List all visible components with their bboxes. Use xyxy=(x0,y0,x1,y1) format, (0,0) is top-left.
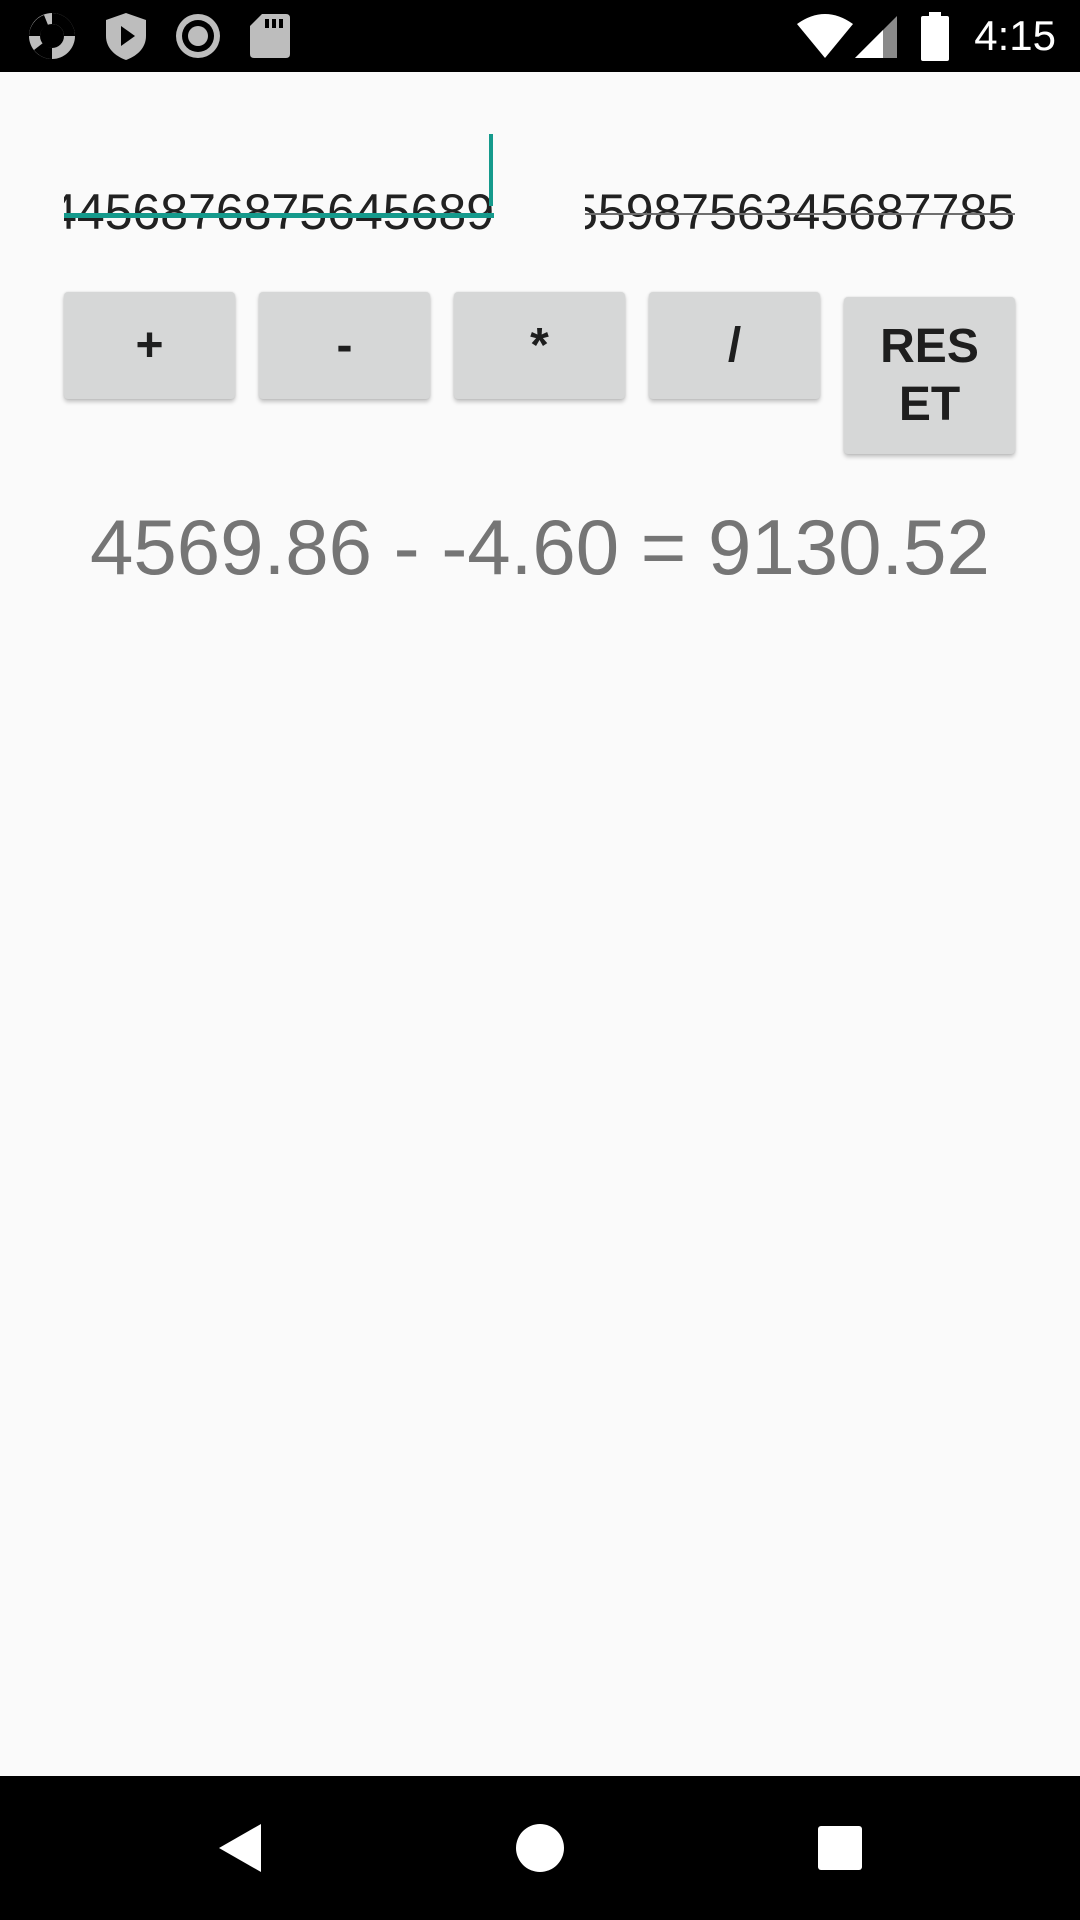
subtract-button[interactable]: - xyxy=(259,292,430,399)
recents-icon xyxy=(818,1826,862,1870)
shield-play-icon xyxy=(106,13,146,60)
app-notification-icon xyxy=(29,13,75,59)
calculator-screen: 4456876875645689 5598756345687785 + - * … xyxy=(0,72,1080,1776)
second-number-value: 5598756345687785 xyxy=(585,184,1015,240)
result-text: 4569.86 - -4.60 = 9130.52 xyxy=(90,503,990,591)
status-bar: 4:15 xyxy=(0,0,1080,72)
back-icon xyxy=(219,1824,261,1872)
wifi-icon xyxy=(797,14,853,58)
first-number-value: 4456876875645689 xyxy=(64,184,494,240)
record-icon xyxy=(176,14,220,58)
battery-icon xyxy=(921,12,949,61)
second-number-input[interactable]: 5598756345687785 xyxy=(585,172,1015,252)
second-number-underline xyxy=(585,213,1015,215)
back-button[interactable] xyxy=(190,1798,290,1898)
reset-button[interactable]: RES ET xyxy=(844,297,1015,454)
multiply-button[interactable]: * xyxy=(454,292,625,399)
home-icon xyxy=(516,1824,564,1872)
recents-button[interactable] xyxy=(790,1798,890,1898)
clock-time: 4:15 xyxy=(974,12,1056,59)
first-number-input[interactable]: 4456876875645689 xyxy=(64,172,494,252)
divide-button[interactable]: / xyxy=(649,292,820,399)
add-button[interactable]: + xyxy=(64,292,235,399)
first-number-underline xyxy=(64,213,494,218)
sd-card-icon xyxy=(250,14,290,58)
home-button[interactable] xyxy=(490,1798,590,1898)
cell-signal-icon xyxy=(855,16,897,58)
text-cursor xyxy=(489,134,493,206)
navigation-bar xyxy=(0,1776,1080,1920)
